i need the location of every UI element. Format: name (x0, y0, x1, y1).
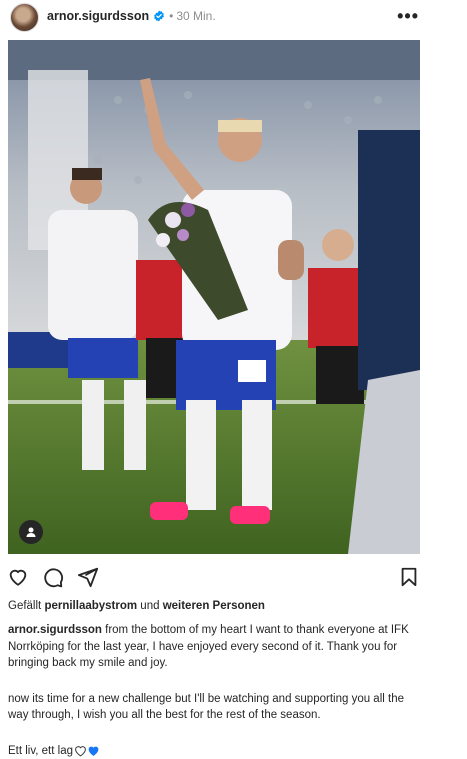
user-tag-icon[interactable] (19, 520, 43, 544)
paper-plane-icon[interactable] (77, 566, 99, 588)
post-actions (0, 566, 467, 590)
others-link[interactable]: weiteren Personen (163, 600, 265, 612)
likes-prefix: Gefällt (8, 600, 44, 612)
post-caption: arnor.sigurdsson from the bottom of my h… (8, 622, 418, 759)
caption-emojis (74, 745, 100, 757)
blue-heart-emoji (87, 745, 100, 757)
likes-summary: Gefällt pernillaabystrom und weiteren Pe… (8, 600, 265, 612)
avatar[interactable] (10, 3, 39, 32)
separator-dot: • (169, 9, 173, 23)
post-image[interactable] (8, 40, 420, 554)
heart-outline-icon[interactable] (7, 566, 29, 588)
post-username[interactable]: arnor.sigurdsson (47, 9, 149, 23)
caption-paragraph-2: now its time for a new challenge but I'l… (8, 691, 418, 724)
comment-bubble-icon[interactable] (42, 566, 64, 588)
stadium-photo (8, 40, 420, 554)
bookmark-icon[interactable] (398, 566, 420, 588)
header-meta: arnor.sigurdsson • 30 Min. (47, 9, 216, 23)
white-heart-emoji (74, 745, 87, 757)
official-suit (358, 130, 420, 390)
verified-badge-icon (153, 10, 165, 22)
liker-username[interactable]: pernillaabystrom (44, 600, 137, 612)
post-header: arnor.sigurdsson • 30 Min. ••• (0, 0, 467, 32)
caption-paragraph-1: arnor.sigurdsson from the bottom of my h… (8, 622, 418, 672)
caption-text-3: Ett liv, ett lag (8, 743, 73, 759)
likes-middle: und (137, 600, 163, 612)
caption-paragraph-3: Ett liv, ett lag (8, 743, 418, 759)
more-options-icon[interactable]: ••• (397, 6, 419, 27)
post-time[interactable]: 30 Min. (176, 9, 215, 23)
caption-username[interactable]: arnor.sigurdsson (8, 624, 102, 636)
